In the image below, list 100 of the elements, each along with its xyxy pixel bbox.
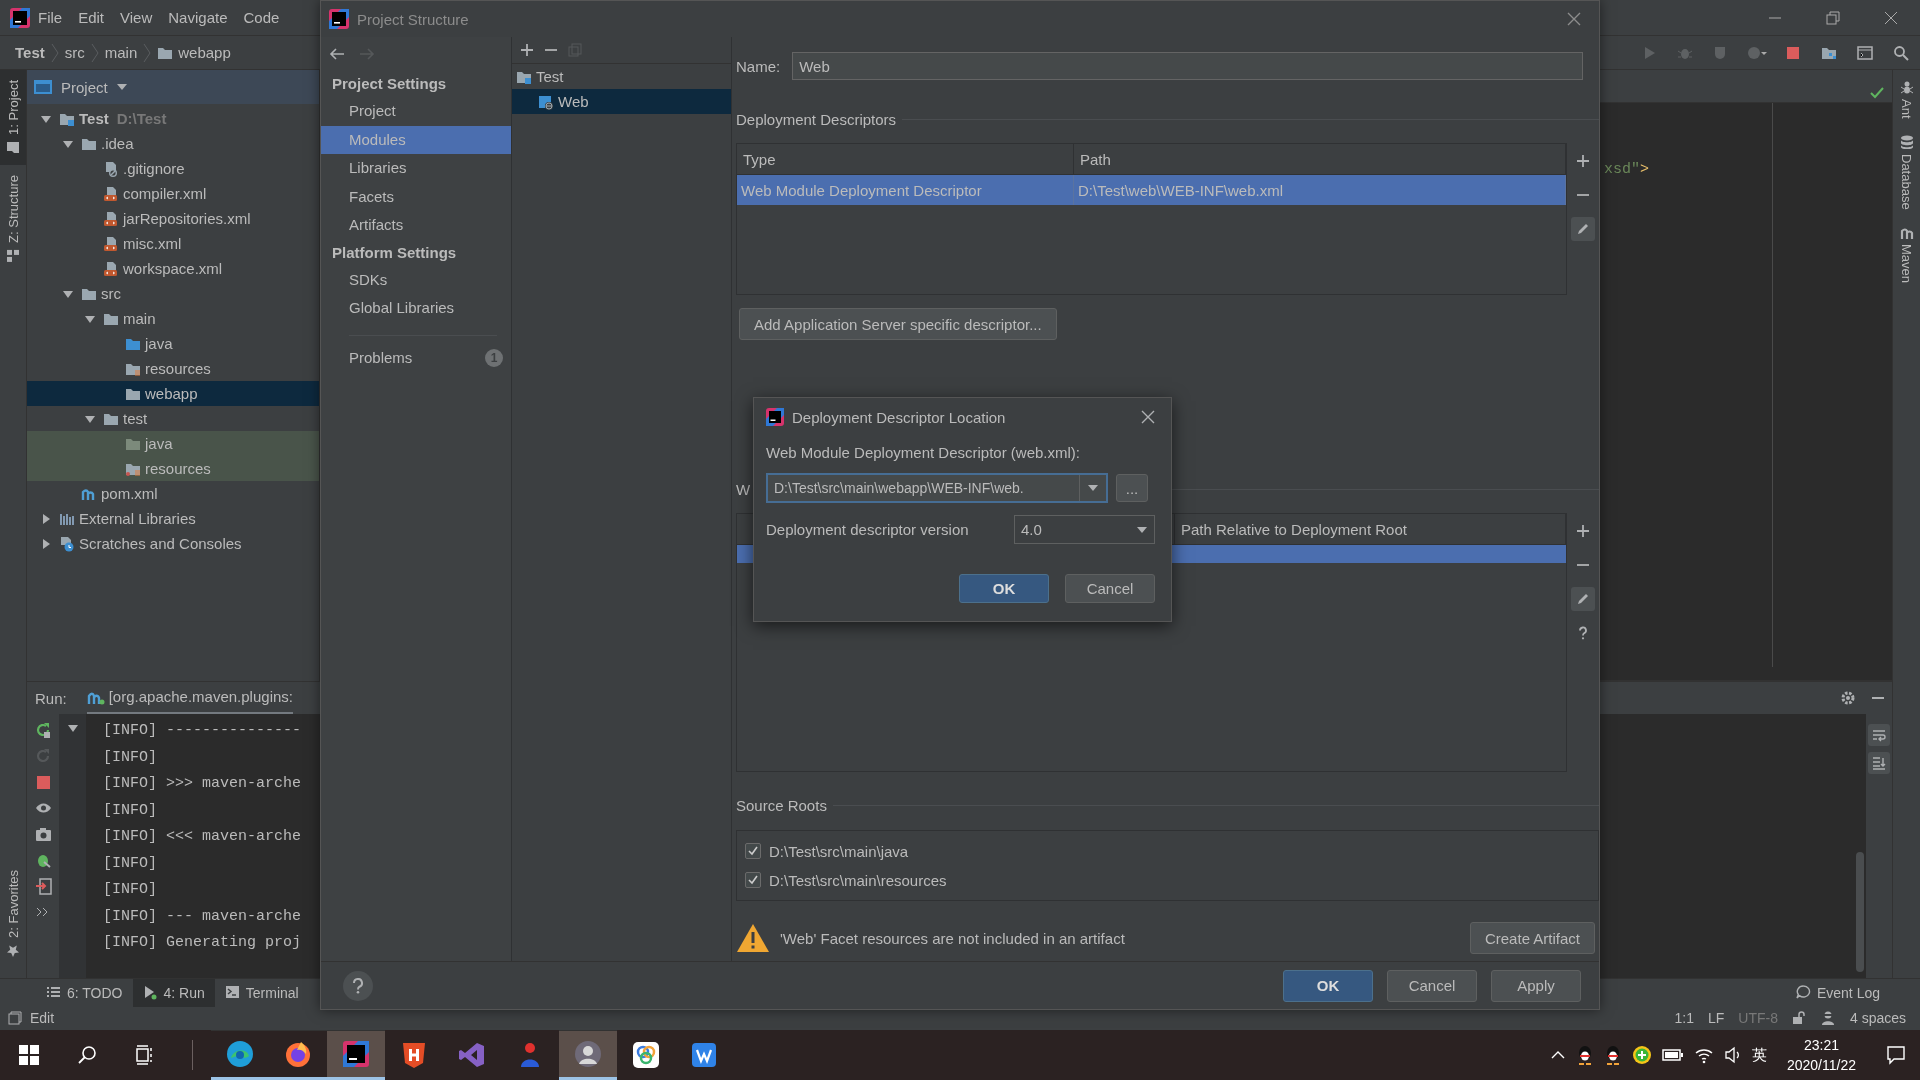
name-field[interactable]: Web <box>792 52 1583 80</box>
menu-item[interactable]: Code <box>235 5 288 30</box>
menu-item[interactable]: Navigate <box>160 5 236 30</box>
restore-icon[interactable] <box>1825 9 1841 26</box>
tree-item[interactable]: src <box>27 281 319 306</box>
inspector-icon[interactable] <box>1819 1010 1836 1026</box>
column-header[interactable]: Path <box>1074 144 1566 174</box>
add-icon[interactable] <box>1576 154 1590 168</box>
stop-icon[interactable] <box>1785 44 1801 61</box>
panel-title[interactable]: Project <box>61 78 108 96</box>
tree-item[interactable]: compiler.xml <box>27 181 319 206</box>
tree-item[interactable]: java <box>27 431 319 456</box>
tree-item[interactable]: Test <box>512 64 731 89</box>
caret-icon[interactable] <box>115 83 128 91</box>
start-icon[interactable] <box>19 1045 39 1065</box>
camera-icon[interactable] <box>34 826 52 843</box>
tool-window-tab[interactable]: 2: Favorites <box>0 860 26 968</box>
tree-item[interactable]: jarRepositories.xml <box>27 206 319 231</box>
tree-item[interactable]: .idea <box>27 131 319 156</box>
lock-icon[interactable] <box>1791 1011 1806 1025</box>
nav-item-label[interactable]: Problems <box>349 343 413 372</box>
tree-item[interactable]: .gitignore <box>27 156 319 181</box>
back-arrow-icon[interactable] <box>329 47 345 61</box>
exit-icon[interactable] <box>34 878 52 895</box>
close-icon[interactable] <box>1883 9 1899 26</box>
nav-item[interactable]: Global Libraries <box>321 294 511 323</box>
taskbar-button[interactable] <box>327 1030 385 1080</box>
close-icon[interactable] <box>1567 12 1581 26</box>
tool-window-tab[interactable]: Maven <box>1899 225 1914 284</box>
checkbox[interactable] <box>745 843 761 859</box>
menu-item[interactable]: View <box>112 5 161 30</box>
column-header[interactable]: Path Relative to Deployment Root <box>1175 514 1566 544</box>
breadcrumb-item[interactable]: Test <box>15 44 45 61</box>
tree-item[interactable]: main <box>27 306 319 331</box>
tree-item[interactable]: Scratches and Consoles <box>27 531 319 556</box>
input-method-indicator[interactable]: 英 <box>1751 1045 1767 1065</box>
tree-item[interactable]: resources <box>27 356 319 381</box>
close-icon[interactable] <box>1141 410 1155 424</box>
search-icon[interactable] <box>77 1045 97 1065</box>
indent-setting[interactable]: 4 spaces <box>1849 1010 1906 1026</box>
tree-item[interactable]: java <box>27 331 319 356</box>
taskbar-button[interactable] <box>211 1030 269 1080</box>
wifi-icon[interactable] <box>1693 1046 1714 1064</box>
help-button[interactable] <box>343 970 373 1001</box>
battery-icon[interactable] <box>1661 1048 1684 1062</box>
breadcrumb-item[interactable]: main <box>104 44 138 61</box>
add-icon[interactable] <box>1576 524 1590 538</box>
caret-icon[interactable] <box>1087 484 1099 492</box>
nav-item[interactable]: SDKs <box>321 265 511 294</box>
menu-item[interactable]: File <box>30 5 71 30</box>
tool-tab[interactable]: 4: Run <box>132 978 215 1007</box>
add-descriptor-button[interactable]: Add Application Server specific descriptor... <box>739 308 1057 340</box>
tree-item[interactable]: External Libraries <box>27 506 319 531</box>
column-header[interactable]: Type <box>737 144 1074 174</box>
version-dropdown[interactable]: 4.0 <box>1014 515 1155 544</box>
caret-position[interactable]: 1:1 <box>1674 1010 1694 1026</box>
plus-circle-icon[interactable] <box>1631 1045 1652 1065</box>
path-combo-field[interactable]: D:\Test\src\main\webapp\WEB-INF\web. <box>766 473 1108 503</box>
dialog-button[interactable]: OK <box>1283 969 1373 1002</box>
tree-item[interactable]: pom.xml <box>27 481 319 506</box>
line-separator[interactable]: LF <box>1707 1010 1725 1026</box>
speaker-icon[interactable] <box>1723 1046 1742 1064</box>
tree-item[interactable]: workspace.xml <box>27 256 319 281</box>
tool-window-tab[interactable]: Ant <box>1899 80 1914 119</box>
rerun-icon[interactable] <box>34 722 52 739</box>
menu-item[interactable]: Edit <box>70 5 113 30</box>
collapsed-arrow-icon[interactable] <box>40 512 52 525</box>
nav-item[interactable]: Project <box>321 97 511 126</box>
dialog-button[interactable]: Cancel <box>1065 574 1155 603</box>
nav-item[interactable]: Artifacts <box>321 211 511 240</box>
pencil-icon[interactable] <box>1576 592 1590 606</box>
nav-item[interactable]: Facets <box>321 182 511 211</box>
tool-tab[interactable]: 6: TODO <box>36 978 133 1007</box>
dialog-button[interactable]: OK <box>959 574 1049 603</box>
window-icon[interactable] <box>1857 44 1873 61</box>
tree-item[interactable]: misc.xml <box>27 231 319 256</box>
checkbox[interactable] <box>745 872 761 888</box>
tool-window-tab[interactable]: Z: Structure <box>0 164 26 273</box>
soft-wrap-icon[interactable] <box>1871 727 1887 743</box>
tree-item[interactable]: Web <box>512 89 731 114</box>
breadcrumb-item[interactable]: webapp <box>157 44 231 61</box>
browse-button[interactable]: ... <box>1116 474 1148 502</box>
tool-tab[interactable]: Terminal <box>214 978 309 1007</box>
tool-window-tab[interactable]: 1: Project <box>0 70 26 165</box>
tree-item[interactable]: webapp <box>27 381 319 406</box>
help-icon[interactable] <box>1576 626 1590 640</box>
tree-item[interactable]: test <box>27 406 319 431</box>
pencil-icon[interactable] <box>1576 222 1590 236</box>
scrollbar[interactable] <box>1856 852 1864 972</box>
nav-item[interactable]: Libraries <box>321 154 511 183</box>
create-artifact-button[interactable]: Create Artifact <box>1469 922 1595 954</box>
notification-icon[interactable] <box>1886 1045 1906 1065</box>
expanded-arrow-icon[interactable] <box>66 722 79 734</box>
stop-icon[interactable] <box>34 774 52 791</box>
dialog-button[interactable]: Cancel <box>1387 969 1477 1002</box>
dialog-button[interactable]: Apply <box>1491 969 1581 1002</box>
settings-icon[interactable] <box>1840 690 1856 706</box>
tree-item[interactable]: resources <box>27 456 319 481</box>
panels-icon[interactable] <box>8 1011 22 1025</box>
add-icon[interactable] <box>520 43 534 57</box>
